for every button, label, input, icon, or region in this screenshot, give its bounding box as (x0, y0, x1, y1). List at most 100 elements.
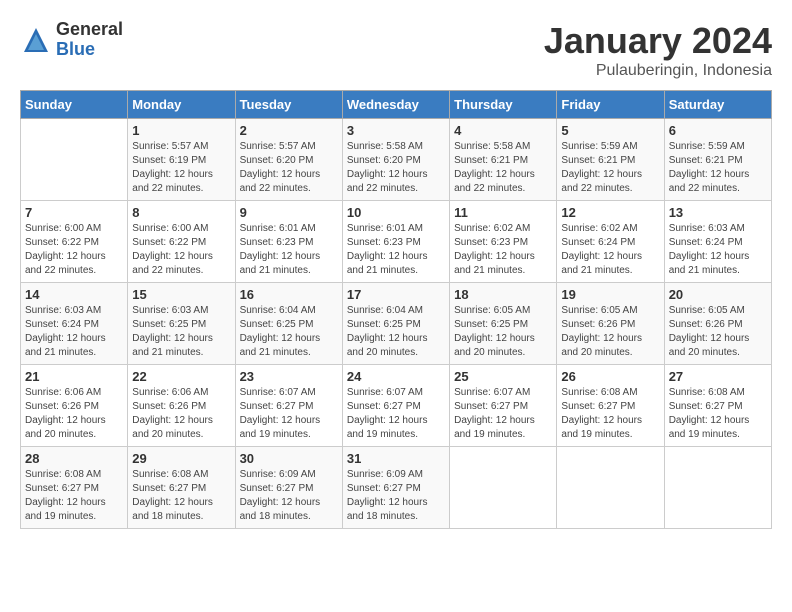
day-info: Sunrise: 6:03 AMSunset: 6:24 PMDaylight:… (669, 222, 767, 278)
calendar-cell: 10Sunrise: 6:01 AMSunset: 6:23 PMDayligh… (342, 201, 449, 283)
day-info: Sunrise: 6:03 AMSunset: 6:24 PMDaylight:… (25, 304, 123, 360)
day-number: 8 (132, 205, 230, 220)
logo-general-text: General (56, 20, 123, 40)
day-number: 26 (561, 369, 659, 384)
day-number: 28 (25, 451, 123, 466)
day-number: 19 (561, 287, 659, 302)
day-info: Sunrise: 6:07 AMSunset: 6:27 PMDaylight:… (454, 386, 552, 442)
day-number: 15 (132, 287, 230, 302)
calendar-cell: 20Sunrise: 6:05 AMSunset: 6:26 PMDayligh… (664, 283, 771, 365)
day-number: 22 (132, 369, 230, 384)
logo-icon (20, 24, 52, 56)
calendar-cell: 12Sunrise: 6:02 AMSunset: 6:24 PMDayligh… (557, 201, 664, 283)
day-info: Sunrise: 6:08 AMSunset: 6:27 PMDaylight:… (132, 468, 230, 524)
day-header-wednesday: Wednesday (342, 91, 449, 119)
logo-blue-text: Blue (56, 40, 123, 60)
day-number: 17 (347, 287, 445, 302)
calendar-cell: 18 Sunrise: 6:05 AMSunset: 6:25 PMDayligh… (450, 283, 557, 365)
day-info: Sunrise: 6:05 AMSunset: 6:25 PMDaylight:… (454, 304, 552, 360)
calendar-cell: 19 Sunrise: 6:05 AMSunset: 6:26 PMDayligh… (557, 283, 664, 365)
calendar-cell: 24 Sunrise: 6:07 AMSunset: 6:27 PMDayligh… (342, 365, 449, 447)
day-number: 6 (669, 123, 767, 138)
day-header-thursday: Thursday (450, 91, 557, 119)
day-info: Sunrise: 6:03 AMSunset: 6:25 PMDaylight:… (132, 304, 230, 360)
calendar-cell: 14 Sunrise: 6:03 AMSunset: 6:24 PMDayligh… (21, 283, 128, 365)
calendar-cell: 2Sunrise: 5:57 AMSunset: 6:20 PMDaylight… (235, 119, 342, 201)
calendar-header-row: SundayMondayTuesdayWednesdayThursdayFrid… (21, 91, 772, 119)
calendar-cell: 25 Sunrise: 6:07 AMSunset: 6:27 PMDayligh… (450, 365, 557, 447)
day-info: Sunrise: 6:04 AMSunset: 6:25 PMDaylight:… (240, 304, 338, 360)
location: Pulauberingin, Indonesia (544, 62, 772, 80)
day-info: Sunrise: 6:07 AMSunset: 6:27 PMDaylight:… (240, 386, 338, 442)
calendar-table: SundayMondayTuesdayWednesdayThursdayFrid… (20, 90, 772, 529)
day-number: 1 (132, 123, 230, 138)
calendar-cell: 9Sunrise: 6:01 AMSunset: 6:23 PMDaylight… (235, 201, 342, 283)
calendar-cell: 13 Sunrise: 6:03 AMSunset: 6:24 PMDayligh… (664, 201, 771, 283)
day-info: Sunrise: 5:59 AMSunset: 6:21 PMDaylight:… (669, 140, 767, 196)
day-info: Sunrise: 6:07 AMSunset: 6:27 PMDaylight:… (347, 386, 445, 442)
day-number: 21 (25, 369, 123, 384)
title-block: January 2024 Pulauberingin, Indonesia (544, 20, 772, 80)
day-info: Sunrise: 5:59 AMSunset: 6:21 PMDaylight:… (561, 140, 659, 196)
calendar-cell: 26Sunrise: 6:08 AMSunset: 6:27 PMDayligh… (557, 365, 664, 447)
calendar-cell: 3Sunrise: 5:58 AMSunset: 6:20 PMDaylight… (342, 119, 449, 201)
calendar-cell: 15 Sunrise: 6:03 AMSunset: 6:25 PMDayligh… (128, 283, 235, 365)
day-info: Sunrise: 6:08 AMSunset: 6:27 PMDaylight:… (25, 468, 123, 524)
day-info: Sunrise: 6:02 AMSunset: 6:23 PMDaylight:… (454, 222, 552, 278)
day-info: Sunrise: 5:58 AMSunset: 6:21 PMDaylight:… (454, 140, 552, 196)
day-info: Sunrise: 6:04 AMSunset: 6:25 PMDaylight:… (347, 304, 445, 360)
day-number: 20 (669, 287, 767, 302)
calendar-cell (664, 447, 771, 529)
calendar-week-row: 28 Sunrise: 6:08 AMSunset: 6:27 PMDayligh… (21, 447, 772, 529)
day-header-monday: Monday (128, 91, 235, 119)
day-info: Sunrise: 6:09 AMSunset: 6:27 PMDaylight:… (347, 468, 445, 524)
calendar-week-row: 7Sunrise: 6:00 AMSunset: 6:22 PMDaylight… (21, 201, 772, 283)
calendar-cell: 21 Sunrise: 6:06 AMSunset: 6:26 PMDayligh… (21, 365, 128, 447)
calendar-cell: 29 Sunrise: 6:08 AMSunset: 6:27 PMDayligh… (128, 447, 235, 529)
day-number: 4 (454, 123, 552, 138)
day-info: Sunrise: 6:05 AMSunset: 6:26 PMDaylight:… (561, 304, 659, 360)
day-number: 14 (25, 287, 123, 302)
month-title: January 2024 (544, 20, 772, 62)
day-number: 13 (669, 205, 767, 220)
day-number: 23 (240, 369, 338, 384)
calendar-cell: 16 Sunrise: 6:04 AMSunset: 6:25 PMDayligh… (235, 283, 342, 365)
day-header-saturday: Saturday (664, 91, 771, 119)
logo: General Blue (20, 20, 123, 60)
calendar-week-row: 14 Sunrise: 6:03 AMSunset: 6:24 PMDayligh… (21, 283, 772, 365)
day-info: Sunrise: 5:57 AMSunset: 6:19 PMDaylight:… (132, 140, 230, 196)
day-header-tuesday: Tuesday (235, 91, 342, 119)
calendar-cell: 8Sunrise: 6:00 AMSunset: 6:22 PMDaylight… (128, 201, 235, 283)
day-number: 18 (454, 287, 552, 302)
day-number: 27 (669, 369, 767, 384)
calendar-cell: 17 Sunrise: 6:04 AMSunset: 6:25 PMDayligh… (342, 283, 449, 365)
calendar-cell: 1 Sunrise: 5:57 AMSunset: 6:19 PMDaylight… (128, 119, 235, 201)
calendar-cell: 30Sunrise: 6:09 AMSunset: 6:27 PMDayligh… (235, 447, 342, 529)
day-number: 31 (347, 451, 445, 466)
calendar-cell: 27 Sunrise: 6:08 AMSunset: 6:27 PMDayligh… (664, 365, 771, 447)
day-number: 30 (240, 451, 338, 466)
day-number: 24 (347, 369, 445, 384)
day-info: Sunrise: 6:06 AMSunset: 6:26 PMDaylight:… (132, 386, 230, 442)
calendar-cell: 31 Sunrise: 6:09 AMSunset: 6:27 PMDayligh… (342, 447, 449, 529)
calendar-cell: 22 Sunrise: 6:06 AMSunset: 6:26 PMDayligh… (128, 365, 235, 447)
day-number: 11 (454, 205, 552, 220)
day-header-friday: Friday (557, 91, 664, 119)
calendar-cell (557, 447, 664, 529)
day-info: Sunrise: 5:58 AMSunset: 6:20 PMDaylight:… (347, 140, 445, 196)
calendar-cell: 11 Sunrise: 6:02 AMSunset: 6:23 PMDayligh… (450, 201, 557, 283)
calendar-cell: 5 Sunrise: 5:59 AMSunset: 6:21 PMDaylight… (557, 119, 664, 201)
day-info: Sunrise: 6:08 AMSunset: 6:27 PMDaylight:… (669, 386, 767, 442)
day-info: Sunrise: 6:00 AMSunset: 6:22 PMDaylight:… (25, 222, 123, 278)
day-info: Sunrise: 6:06 AMSunset: 6:26 PMDaylight:… (25, 386, 123, 442)
day-number: 25 (454, 369, 552, 384)
day-info: Sunrise: 6:02 AMSunset: 6:24 PMDaylight:… (561, 222, 659, 278)
day-header-sunday: Sunday (21, 91, 128, 119)
day-number: 29 (132, 451, 230, 466)
day-number: 5 (561, 123, 659, 138)
calendar-cell: 28 Sunrise: 6:08 AMSunset: 6:27 PMDayligh… (21, 447, 128, 529)
day-number: 16 (240, 287, 338, 302)
calendar-week-row: 1 Sunrise: 5:57 AMSunset: 6:19 PMDaylight… (21, 119, 772, 201)
day-number: 9 (240, 205, 338, 220)
calendar-cell (21, 119, 128, 201)
